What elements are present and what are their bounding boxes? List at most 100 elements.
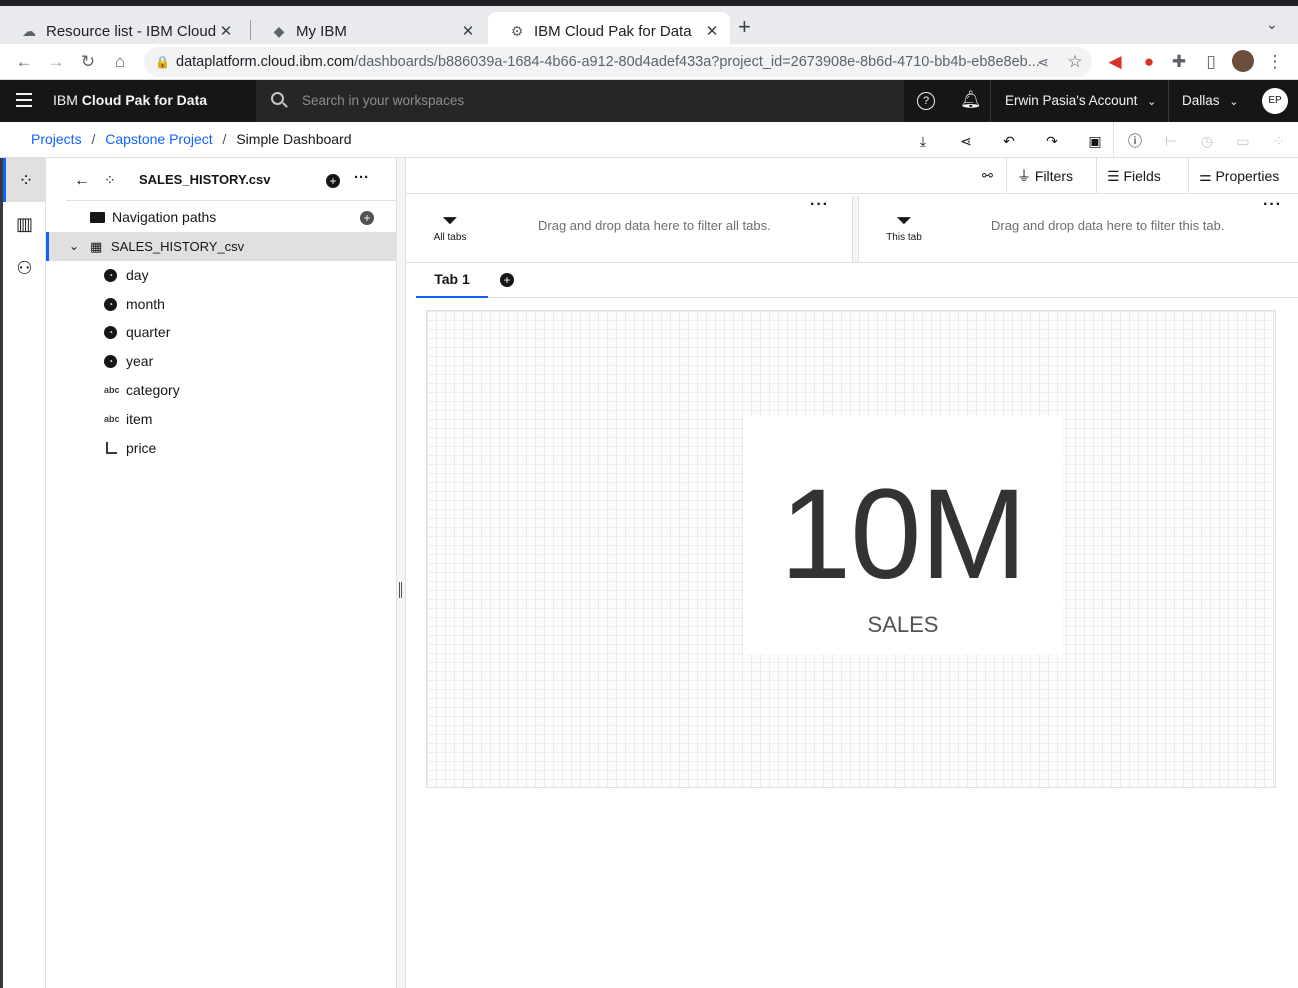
close-icon[interactable]: ✕: [460, 22, 476, 40]
table-name: SALES_HISTORY_csv: [111, 239, 245, 254]
filter-icon: ⏷: [442, 210, 458, 232]
dashboard-tabs: Tab 1 +: [406, 262, 1298, 298]
field-category[interactable]: abc category: [46, 376, 396, 405]
this-tab-filter-zone[interactable]: ⏷ This tab Drag and drop data here to fi…: [859, 196, 1298, 262]
address-bar[interactable]: 🔒 dataplatform.cloud.ibm.com/dashboards/…: [144, 47, 1092, 77]
field-year[interactable]: ◔ year: [46, 347, 396, 376]
redo-icon[interactable]: ↷: [1042, 131, 1062, 151]
chevron-down-icon[interactable]: ⌄: [69, 232, 79, 261]
field-item[interactable]: abc item: [46, 405, 396, 434]
hamburger-menu-icon[interactable]: [16, 93, 32, 107]
notification-bell-icon[interactable]: 🔔︎: [960, 90, 982, 110]
reload-icon[interactable]: ↻: [76, 50, 100, 74]
account-switcher[interactable]: Erwin Pasia's Account ⌄: [1005, 93, 1156, 108]
visualizations-icon[interactable]: ▥: [3, 202, 46, 246]
data-sources-icon: ⁘: [104, 172, 116, 188]
overflow-menu-icon[interactable]: ···: [810, 196, 829, 214]
left-rail: ⁘ ▥ ⚇: [0, 158, 46, 988]
dashboard-main: ⚯ ⏚ Filters ☰ Fields ⚌ Properties ⏷ All …: [406, 158, 1298, 988]
overflow-menu-icon[interactable]: ···: [354, 169, 369, 186]
field-price[interactable]: price: [46, 434, 396, 463]
tab-search-chevron-icon[interactable]: ⌄: [1266, 16, 1278, 33]
this-tab-filter: ⏷ This tab: [879, 210, 929, 243]
properties-button[interactable]: ⚌ Properties: [1188, 158, 1298, 194]
field-month[interactable]: ◔ month: [46, 290, 396, 319]
history-icon[interactable]: ◷: [1197, 131, 1217, 151]
navigation-paths-row[interactable]: Navigation paths +: [46, 203, 396, 232]
dashboard-canvas[interactable]: 10M SALES: [426, 310, 1276, 788]
table-row-sales-history[interactable]: ⌄ ▦ SALES_HISTORY_csv: [46, 232, 396, 261]
bookmark-star-icon[interactable]: ☆: [1063, 50, 1087, 74]
back-arrow-icon[interactable]: ←: [74, 172, 90, 190]
extension-red-icon[interactable]: ●: [1137, 50, 1161, 74]
clock-icon: ◔: [104, 355, 117, 368]
browser-menu-icon[interactable]: ⋮: [1263, 50, 1287, 74]
close-icon[interactable]: ✕: [704, 22, 720, 40]
close-icon[interactable]: ✕: [218, 22, 234, 40]
brand-prefix: IBM: [53, 92, 82, 108]
text-type-icon: abc: [104, 385, 120, 395]
workspace-search[interactable]: Search in your workspaces: [256, 80, 904, 122]
undo-icon[interactable]: ↶: [999, 131, 1019, 151]
field-label: item: [126, 411, 153, 427]
download-icon[interactable]: ⤓: [913, 131, 933, 151]
properties-label: Properties: [1215, 168, 1280, 184]
brand-name: Cloud Pak for Data: [81, 92, 208, 108]
chevron-down-icon: ⌄: [1229, 96, 1239, 108]
this-tab-label: This tab: [886, 232, 922, 243]
fields-button[interactable]: ☰ Fields: [1096, 158, 1188, 194]
field-label: price: [126, 440, 157, 456]
search-input[interactable]: Search in your workspaces: [302, 93, 464, 108]
filter-icon: ⏚: [1017, 168, 1031, 184]
filters-label: Filters: [1034, 168, 1074, 184]
field-label: quarter: [126, 324, 171, 340]
profile-avatar[interactable]: [1232, 50, 1254, 72]
forward-arrow-icon[interactable]: →: [44, 50, 68, 74]
app-brand[interactable]: IBM Cloud Pak for Data: [53, 92, 207, 108]
navigation-icon[interactable]: ⊢: [1161, 131, 1181, 151]
app-header: IBM Cloud Pak for Data Search in your wo…: [0, 80, 1298, 122]
data-sources-icon[interactable]: ⁘: [1269, 131, 1289, 151]
field-label: year: [126, 353, 154, 369]
share-icon[interactable]: ⋖: [1031, 50, 1055, 74]
extension-megaphone-icon[interactable]: ◀: [1103, 50, 1127, 74]
tab-1[interactable]: Tab 1: [416, 263, 488, 298]
save-icon[interactable]: ▣: [1085, 131, 1105, 151]
share-icon[interactable]: ⋖: [956, 131, 976, 151]
browser-toolbar: ← → ↻ ⌂ 🔒 dataplatform.cloud.ibm.com/das…: [0, 44, 1298, 80]
add-icon[interactable]: +: [326, 174, 340, 188]
filter-zone-divider[interactable]: [852, 196, 859, 262]
connect-icon[interactable]: ⚯: [982, 168, 993, 184]
assistant-icon[interactable]: ⚇: [3, 246, 46, 290]
add-tab-icon[interactable]: +: [500, 273, 514, 287]
region-switcher[interactable]: Dallas ⌄: [1182, 93, 1239, 108]
home-icon[interactable]: ⌂: [108, 50, 132, 74]
field-day[interactable]: ◔ day: [46, 261, 396, 290]
folder-icon: [90, 212, 105, 223]
extensions-puzzle-icon[interactable]: ✚: [1167, 50, 1191, 74]
field-label: category: [126, 382, 180, 398]
help-icon[interactable]: ?: [917, 92, 935, 110]
user-avatar[interactable]: EP: [1262, 88, 1288, 114]
panel-resize-handle[interactable]: [396, 158, 406, 988]
new-tab-button[interactable]: +: [738, 14, 751, 40]
breadcrumb-current: Simple Dashboard: [236, 131, 352, 147]
clock-icon: ◔: [104, 269, 117, 282]
side-panel-icon[interactable]: ▯: [1199, 50, 1223, 74]
add-icon[interactable]: +: [360, 211, 374, 225]
breadcrumb-capstone-project[interactable]: Capstone Project: [105, 131, 212, 147]
breadcrumb-projects[interactable]: Projects: [31, 131, 82, 147]
all-tabs-hint: Drag and drop data here to filter all ta…: [538, 218, 771, 233]
fields-icon: ☰: [1107, 168, 1120, 184]
all-tabs-filter: ⏷ All tabs: [426, 210, 474, 243]
kpi-widget[interactable]: 10M SALES: [743, 416, 1063, 654]
clock-icon: ◔: [104, 326, 117, 339]
comment-icon[interactable]: ▭: [1233, 131, 1253, 151]
data-sources-icon[interactable]: ⁘: [3, 158, 46, 202]
filters-button[interactable]: ⏚ Filters: [1006, 158, 1094, 194]
all-tabs-filter-zone[interactable]: ⏷ All tabs Drag and drop data here to fi…: [406, 196, 852, 262]
back-arrow-icon[interactable]: ←: [12, 50, 36, 74]
info-icon[interactable]: ⓘ: [1125, 131, 1145, 151]
field-quarter[interactable]: ◔ quarter: [46, 318, 396, 347]
overflow-menu-icon[interactable]: ···: [1263, 196, 1282, 214]
